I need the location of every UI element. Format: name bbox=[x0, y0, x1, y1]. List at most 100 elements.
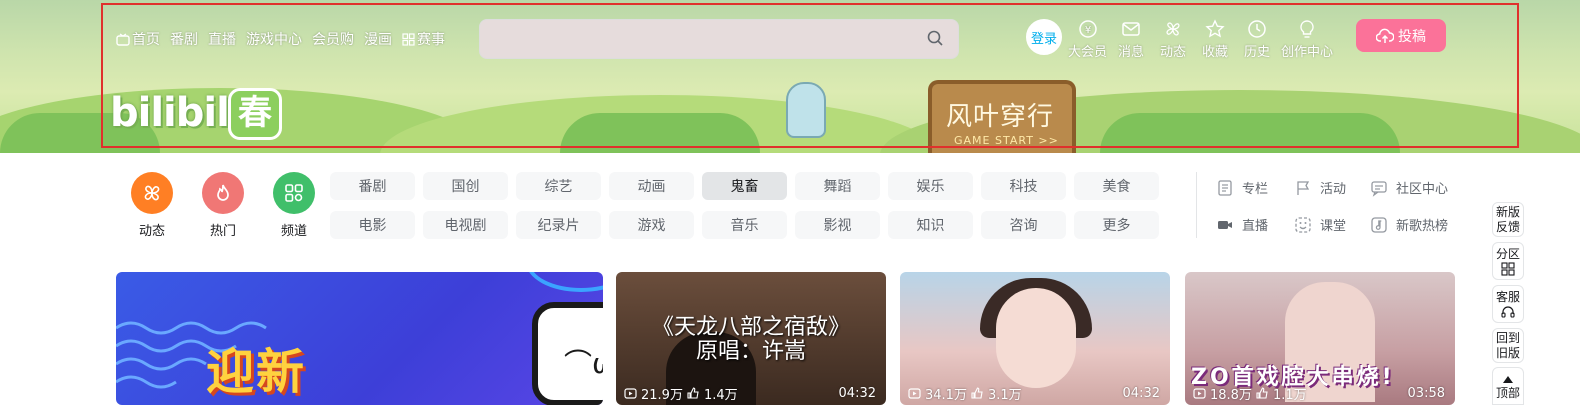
side-link-live[interactable]: 直播 bbox=[1216, 215, 1294, 234]
view-count: 34.1万 bbox=[925, 388, 967, 403]
login-button[interactable]: 登录 bbox=[1026, 19, 1062, 55]
side-link-classroom[interactable]: 课堂 bbox=[1294, 215, 1370, 234]
float-label: 新版反馈 bbox=[1495, 204, 1520, 234]
side-link-music-chart[interactable]: 新歌热榜 bbox=[1370, 215, 1480, 234]
channel-chip[interactable]: 咨询 bbox=[981, 211, 1066, 239]
channel-chip[interactable]: 番剧 bbox=[330, 172, 415, 200]
video-card[interactable]: 34.1万 3.1万 04:32 bbox=[900, 272, 1170, 405]
customer-service-button[interactable]: 客服 bbox=[1492, 285, 1524, 323]
float-label: 客服 bbox=[1495, 289, 1520, 304]
like-icon bbox=[971, 387, 983, 399]
channel-chip[interactable]: 美食 bbox=[1074, 172, 1159, 200]
side-link-label: 新歌热榜 bbox=[1396, 219, 1449, 234]
like-icon bbox=[687, 387, 699, 399]
nav-dynamics[interactable]: 动态 bbox=[1155, 19, 1191, 60]
featured-carousel-card[interactable]: 迎新 ⌒ω⌒ bbox=[116, 272, 603, 405]
feedback-button[interactable]: 新版反馈 bbox=[1492, 202, 1524, 237]
channel-chip[interactable]: 电视剧 bbox=[423, 211, 508, 239]
quick-entry-dynamics[interactable]: 动态 bbox=[128, 172, 176, 239]
float-label: 顶部 bbox=[1495, 385, 1520, 400]
nav-item-label: 赛事 bbox=[417, 32, 445, 48]
channel-chip[interactable]: 科技 bbox=[981, 172, 1066, 200]
old-version-button[interactable]: 回到旧版 bbox=[1492, 328, 1524, 363]
banner-sign-subtitle: GAME START >> bbox=[954, 134, 1059, 147]
thumbnail-line: 原唱：许嵩 bbox=[695, 339, 806, 364]
channel-chip[interactable]: 综艺 bbox=[516, 172, 601, 200]
side-links: 专栏 活动 社区中心 直播 课堂 新歌热榜 bbox=[1216, 178, 1480, 234]
channel-chip[interactable]: 国创 bbox=[423, 172, 508, 200]
nav-history[interactable]: 历史 bbox=[1239, 19, 1275, 60]
svg-text:¥: ¥ bbox=[1084, 25, 1090, 36]
float-label: 分区 bbox=[1495, 246, 1520, 261]
up-arrow-icon bbox=[1503, 375, 1513, 383]
channel-chip[interactable]: 更多 bbox=[1074, 211, 1159, 239]
video-duration: 04:32 bbox=[1122, 386, 1160, 401]
right-nav: ¥ 大会员 消息 动态 收藏 历史 创作中心 bbox=[1068, 19, 1333, 60]
channel-grid: 番剧 国创 综艺 动画 鬼畜 舞蹈 娱乐 科技 美食 电影 电视剧 纪录片 游戏… bbox=[330, 172, 1159, 239]
search-input[interactable] bbox=[492, 28, 912, 52]
nav-item-live[interactable]: 直播 bbox=[208, 29, 236, 49]
nav-item-label: 游戏中心 bbox=[246, 32, 302, 48]
divider bbox=[1196, 172, 1197, 238]
cloud-upload-icon bbox=[1376, 28, 1394, 43]
search-bar bbox=[479, 19, 959, 59]
back-to-top-button[interactable]: 顶部 bbox=[1492, 367, 1524, 405]
nav-item-games[interactable]: 游戏中心 bbox=[246, 29, 302, 49]
channel-chip[interactable]: 游戏 bbox=[609, 211, 694, 239]
nav-item-mall[interactable]: 会员购 bbox=[312, 29, 354, 49]
channel-chip[interactable]: 舞蹈 bbox=[795, 172, 880, 200]
thumbnail-figure bbox=[996, 288, 1076, 388]
nav-messages[interactable]: 消息 bbox=[1113, 19, 1149, 60]
top-nav: 首页 番剧 直播 游戏中心 会员购 漫画 赛事 bbox=[116, 29, 445, 49]
chat-icon bbox=[1371, 180, 1387, 197]
mail-icon bbox=[1122, 22, 1140, 36]
star-icon bbox=[1205, 19, 1225, 38]
play-count-icon bbox=[908, 388, 921, 399]
nav-favorites[interactable]: 收藏 bbox=[1197, 19, 1233, 60]
channel-chip[interactable]: 娱乐 bbox=[888, 172, 973, 200]
side-link-label: 活动 bbox=[1320, 182, 1347, 197]
banner-character bbox=[786, 82, 826, 138]
channel-chip[interactable]: 电影 bbox=[330, 211, 415, 239]
side-link-label: 课堂 bbox=[1320, 219, 1347, 234]
like-count: 1.1万 bbox=[1272, 388, 1307, 403]
bilibili-logo[interactable]: bilibili bbox=[110, 90, 243, 136]
video-stats: 34.1万 3.1万 04:32 bbox=[908, 384, 1160, 403]
side-link-events[interactable]: 活动 bbox=[1294, 178, 1370, 197]
zones-button[interactable]: 分区 bbox=[1492, 242, 1524, 280]
nav-label: 历史 bbox=[1244, 45, 1271, 60]
video-duration: 03:58 bbox=[1407, 386, 1445, 401]
quick-entry-label: 热门 bbox=[209, 224, 236, 239]
play-count-icon bbox=[1193, 388, 1206, 399]
side-link-label: 直播 bbox=[1242, 219, 1269, 234]
search-icon[interactable] bbox=[926, 29, 944, 47]
vip-icon: ¥ bbox=[1078, 20, 1097, 38]
side-link-article[interactable]: 专栏 bbox=[1216, 178, 1294, 197]
nav-item-anime[interactable]: 番剧 bbox=[170, 29, 198, 49]
upload-button[interactable]: 投稿 bbox=[1356, 19, 1446, 52]
channel-chip[interactable]: 纪录片 bbox=[516, 211, 601, 239]
video-card[interactable]: 《天龙八部之宿敌》 原唱：许嵩 21.9万 1.4万 04:32 bbox=[616, 272, 886, 405]
halo-decoration bbox=[526, 272, 603, 292]
channel-chip[interactable]: 知识 bbox=[888, 211, 973, 239]
quick-entry-channels[interactable]: 频道 bbox=[270, 172, 318, 239]
nav-item-label: 首页 bbox=[132, 32, 160, 48]
channel-chip[interactable]: 影视 bbox=[795, 211, 880, 239]
side-link-label: 社区中心 bbox=[1396, 182, 1449, 197]
nav-vip[interactable]: ¥ 大会员 bbox=[1068, 19, 1107, 60]
nav-creator-center[interactable]: 创作中心 bbox=[1281, 19, 1333, 60]
like-count: 3.1万 bbox=[987, 388, 1022, 403]
clock-icon bbox=[1248, 20, 1266, 38]
quick-entry-hot[interactable]: 热门 bbox=[199, 172, 247, 239]
nav-item-esports[interactable]: 赛事 bbox=[402, 29, 445, 49]
video-card[interactable]: ZO首戏腔大串烧! 18.8万 1.1万 03:58 bbox=[1185, 272, 1455, 405]
side-link-community[interactable]: 社区中心 bbox=[1370, 178, 1480, 197]
quick-entry-circle bbox=[273, 172, 315, 214]
channel-chip[interactable]: 音乐 bbox=[702, 211, 787, 239]
quick-entry-circle bbox=[202, 172, 244, 214]
nav-item-manga[interactable]: 漫画 bbox=[364, 29, 392, 49]
channel-chip[interactable]: 动画 bbox=[609, 172, 694, 200]
channel-chip-active[interactable]: 鬼畜 bbox=[702, 172, 787, 200]
banner-sign[interactable]: 风叶穿行 GAME START >> bbox=[928, 80, 1076, 153]
nav-item-home[interactable]: 首页 bbox=[116, 29, 160, 49]
